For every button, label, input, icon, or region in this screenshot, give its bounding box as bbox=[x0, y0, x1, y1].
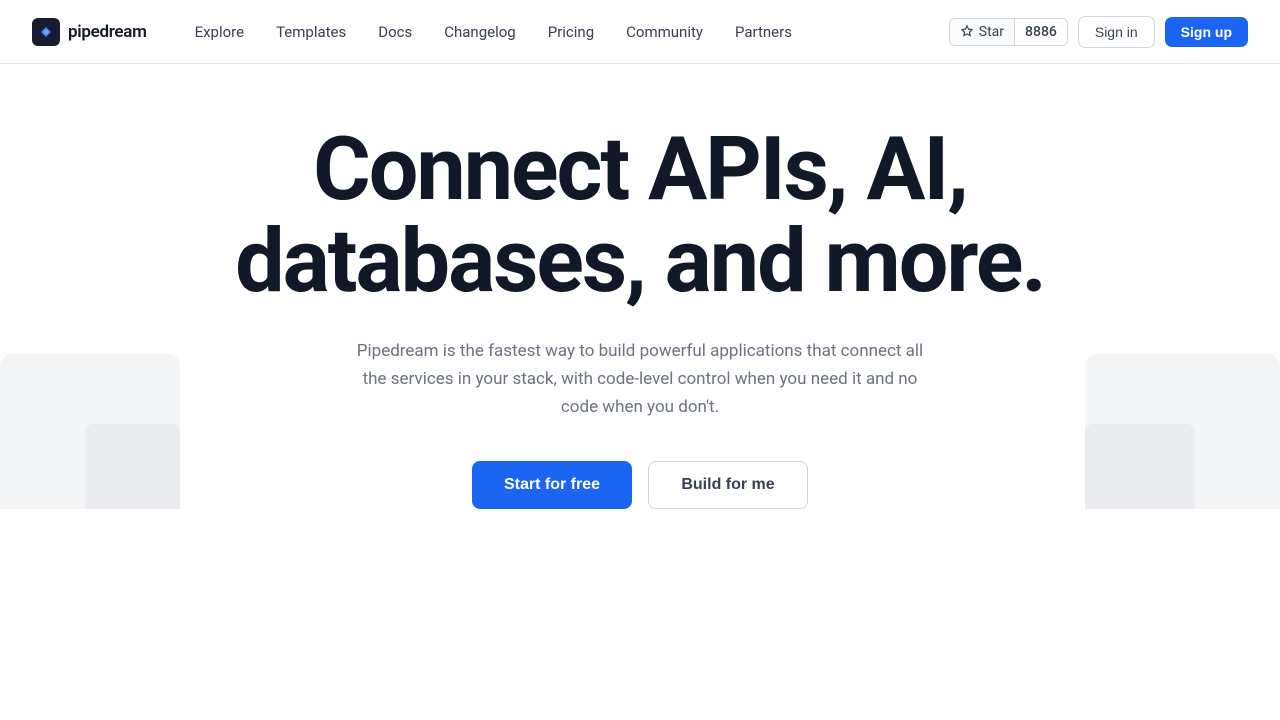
hero-section: Connect APIs, AI, databases, and more. P… bbox=[0, 64, 1280, 509]
logo-icon bbox=[32, 18, 60, 46]
nav-partners[interactable]: Partners bbox=[719, 15, 808, 49]
signin-button[interactable]: Sign in bbox=[1078, 16, 1155, 48]
hero-subtitle: Pipedream is the fastest way to build po… bbox=[350, 337, 930, 421]
nav-docs[interactable]: Docs bbox=[362, 15, 428, 49]
hero-buttons: Start for free Build for me bbox=[472, 461, 808, 509]
star-count: 8886 bbox=[1015, 19, 1067, 45]
nav-links: Explore Templates Docs Changelog Pricing… bbox=[179, 15, 808, 49]
nav-explore[interactable]: Explore bbox=[179, 15, 261, 49]
signup-button[interactable]: Sign up bbox=[1165, 17, 1248, 47]
nav-templates[interactable]: Templates bbox=[260, 15, 362, 49]
decorative-panel-left-inner bbox=[85, 424, 180, 509]
start-for-free-button[interactable]: Start for free bbox=[472, 461, 632, 509]
nav-changelog[interactable]: Changelog bbox=[428, 15, 531, 49]
logo-link[interactable]: pipedream bbox=[32, 18, 147, 46]
star-label: Star bbox=[950, 19, 1015, 45]
star-text: Star bbox=[979, 24, 1004, 40]
logo-text: pipedream bbox=[68, 22, 147, 42]
hero-title: Connect APIs, AI, databases, and more. bbox=[190, 124, 1090, 309]
build-for-me-button[interactable]: Build for me bbox=[648, 461, 808, 509]
nav-left: pipedream Explore Templates Docs Changel… bbox=[32, 15, 808, 49]
nav-pricing[interactable]: Pricing bbox=[532, 15, 610, 49]
navbar: pipedream Explore Templates Docs Changel… bbox=[0, 0, 1280, 64]
decorative-panel-right-inner bbox=[1085, 424, 1195, 509]
nav-right: Star 8886 Sign in Sign up bbox=[949, 16, 1248, 48]
star-icon bbox=[960, 25, 974, 39]
nav-community[interactable]: Community bbox=[610, 15, 719, 49]
star-button[interactable]: Star 8886 bbox=[949, 18, 1068, 46]
